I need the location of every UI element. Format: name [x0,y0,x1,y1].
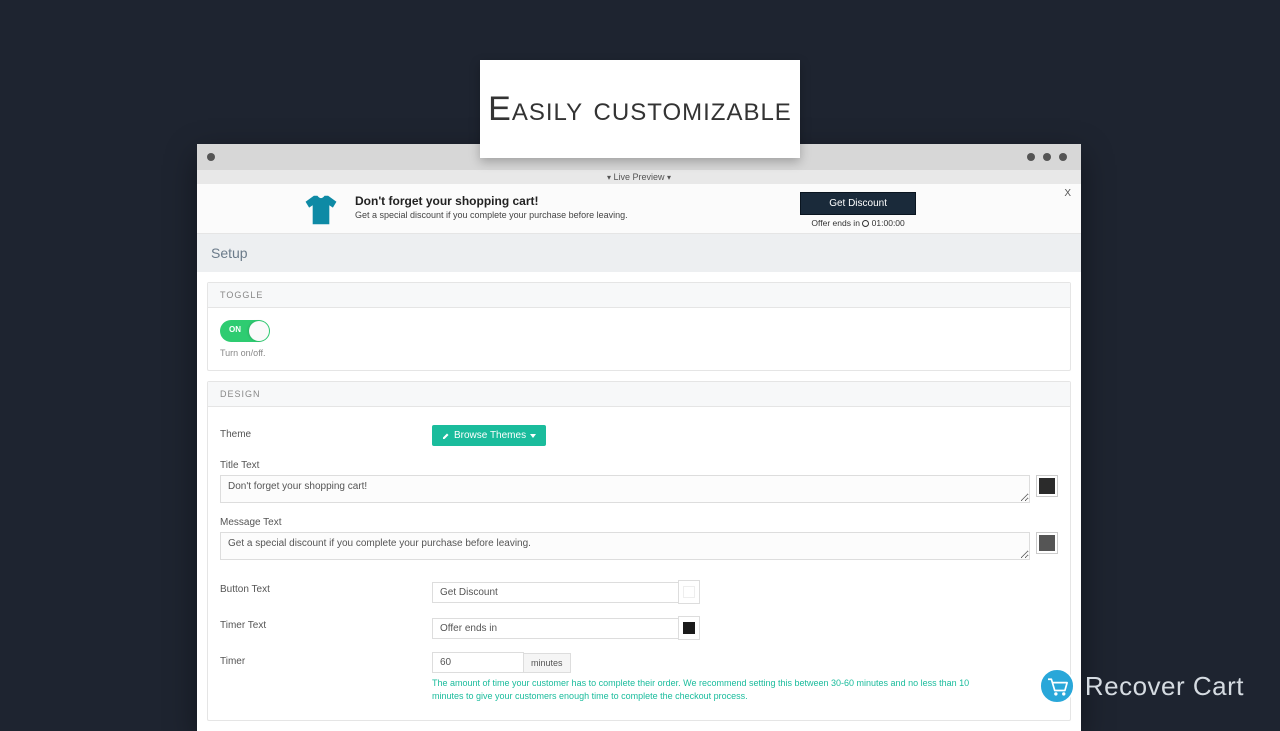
section-header-toggle: TOGGLE [208,283,1070,308]
window-dot-icon [1027,153,1035,161]
preview-subtitle: Get a special discount if you complete y… [355,210,628,220]
close-icon[interactable]: X [1064,188,1071,199]
theme-label: Theme [220,425,432,440]
message-text-label: Message Text [220,517,1058,528]
color-swatch-inner [683,622,695,634]
button-text-color-picker[interactable] [678,580,700,604]
browse-themes-button[interactable]: Browse Themes [432,425,546,446]
chevron-down-icon: ▾ [607,173,611,182]
window-dot-icon [207,153,215,161]
color-swatch-inner [1039,535,1055,551]
color-swatch-inner [1039,478,1055,494]
title-text-color-picker[interactable] [1036,475,1058,497]
button-text-input[interactable] [432,582,678,603]
caret-down-icon [530,434,536,438]
title-text-label: Title Text [220,460,1058,471]
enable-toggle[interactable]: ON [220,320,270,342]
app-window: ▾ Live Preview ▾ X Don't forget your sho… [197,144,1081,731]
clock-icon [862,220,869,227]
timer-text-input[interactable] [432,618,678,639]
preview-title: Don't forget your shopping cart! [355,194,628,208]
preview-panel: X Don't forget your shopping cart! Get a… [197,184,1081,234]
brand-badge: Recover Cart [1039,668,1244,704]
chevron-down-icon: ▾ [667,173,671,182]
get-discount-button[interactable]: Get Discount [800,192,916,215]
design-section: DESIGN Theme Browse Themes Title Text [207,381,1071,721]
offer-ends-label: Offer ends in [811,218,860,228]
live-preview-bar: ▾ Live Preview ▾ [197,170,1081,184]
timer-label: Timer [220,652,432,667]
timer-helper-text: The amount of time your customer has to … [432,677,992,702]
toggle-knob [249,321,269,341]
title-text-input[interactable] [220,475,1030,503]
toggle-hint: Turn on/off. [220,348,1058,358]
window-dot-icon [1059,153,1067,161]
tshirt-icon [302,191,340,234]
offer-ends-value: 01:00:00 [872,218,905,228]
browse-themes-label: Browse Themes [454,430,526,441]
hero-card: Easily customizable [480,60,800,158]
button-text-label: Button Text [220,580,432,595]
timer-value-input[interactable] [432,652,524,673]
cart-icon [1039,668,1075,704]
brand-name: Recover Cart [1085,671,1244,702]
message-text-color-picker[interactable] [1036,532,1058,554]
toggle-state-label: ON [229,325,241,334]
color-swatch-inner [683,586,695,598]
page-title: Setup [197,234,1081,272]
timer-text-label: Timer Text [220,616,432,631]
timer-unit-label: minutes [524,653,571,673]
hero-title: Easily customizable [488,90,792,129]
offer-ends-text: Offer ends in 01:00:00 [800,218,916,228]
window-dot-icon [1043,153,1051,161]
section-header-design: DESIGN [208,382,1070,407]
toggle-section: TOGGLE ON Turn on/off. [207,282,1071,371]
pencil-icon [442,432,450,440]
live-preview-label: Live Preview [613,172,664,182]
timer-text-color-picker[interactable] [678,616,700,640]
message-text-input[interactable] [220,532,1030,560]
